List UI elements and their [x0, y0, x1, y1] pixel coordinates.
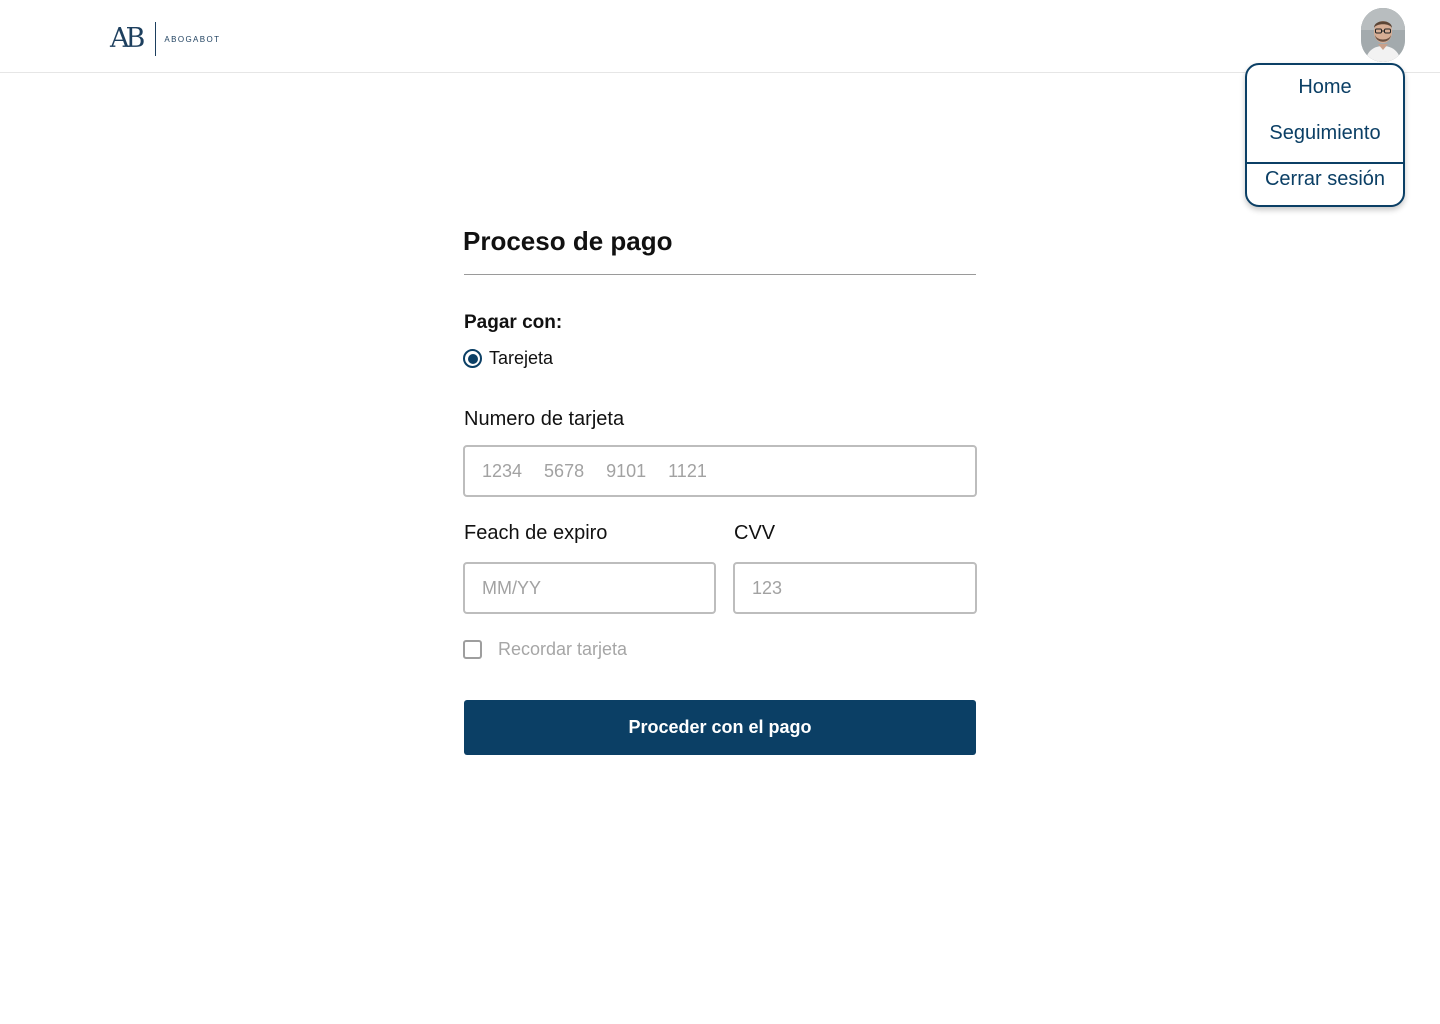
menu-item-seguimiento[interactable]: Seguimiento [1247, 122, 1403, 145]
radio-selected-dot [467, 353, 478, 364]
logo-divider [155, 22, 157, 56]
remember-card-checkbox[interactable] [463, 640, 482, 659]
payment-option-card[interactable]: Tarejeta [463, 348, 553, 369]
remember-card-checkbox-row[interactable]: Recordar tarjeta [463, 639, 627, 660]
cvv-label: CVV [734, 522, 776, 544]
expiry-date-input[interactable] [463, 562, 716, 614]
pay-with-label: Pagar con: [464, 312, 563, 333]
card-number-input[interactable] [463, 445, 977, 497]
remember-card-label: Recordar tarjeta [498, 639, 628, 659]
logo-text: ABOGABOT [164, 34, 221, 44]
menu-divider [1247, 162, 1403, 164]
menu-item-home[interactable]: Home [1247, 76, 1403, 99]
title-divider [464, 274, 976, 275]
card-number-label: Numero de tarjeta [464, 408, 625, 430]
user-dropdown-menu: Home Seguimiento Cerrar sesión [1245, 63, 1405, 207]
payment-option-label: Tarejeta [489, 348, 554, 368]
menu-item-cerrar-sesion[interactable]: Cerrar sesión [1247, 168, 1403, 191]
expiry-date-label: Feach de expiro [464, 522, 608, 544]
radio-button[interactable] [463, 349, 482, 368]
abogabot-logo[interactable]: AB ABOGABOT [110, 22, 220, 56]
proceed-payment-button[interactable]: Proceder con el pago [464, 700, 976, 755]
page-title: Proceso de pago [463, 226, 673, 256]
cvv-input[interactable] [733, 562, 977, 614]
logo-mark: AB [110, 23, 145, 54]
user-avatar-icon [1361, 8, 1405, 62]
top-header: AB ABOGABOT [0, 0, 1440, 73]
user-avatar-button[interactable] [1361, 8, 1405, 62]
